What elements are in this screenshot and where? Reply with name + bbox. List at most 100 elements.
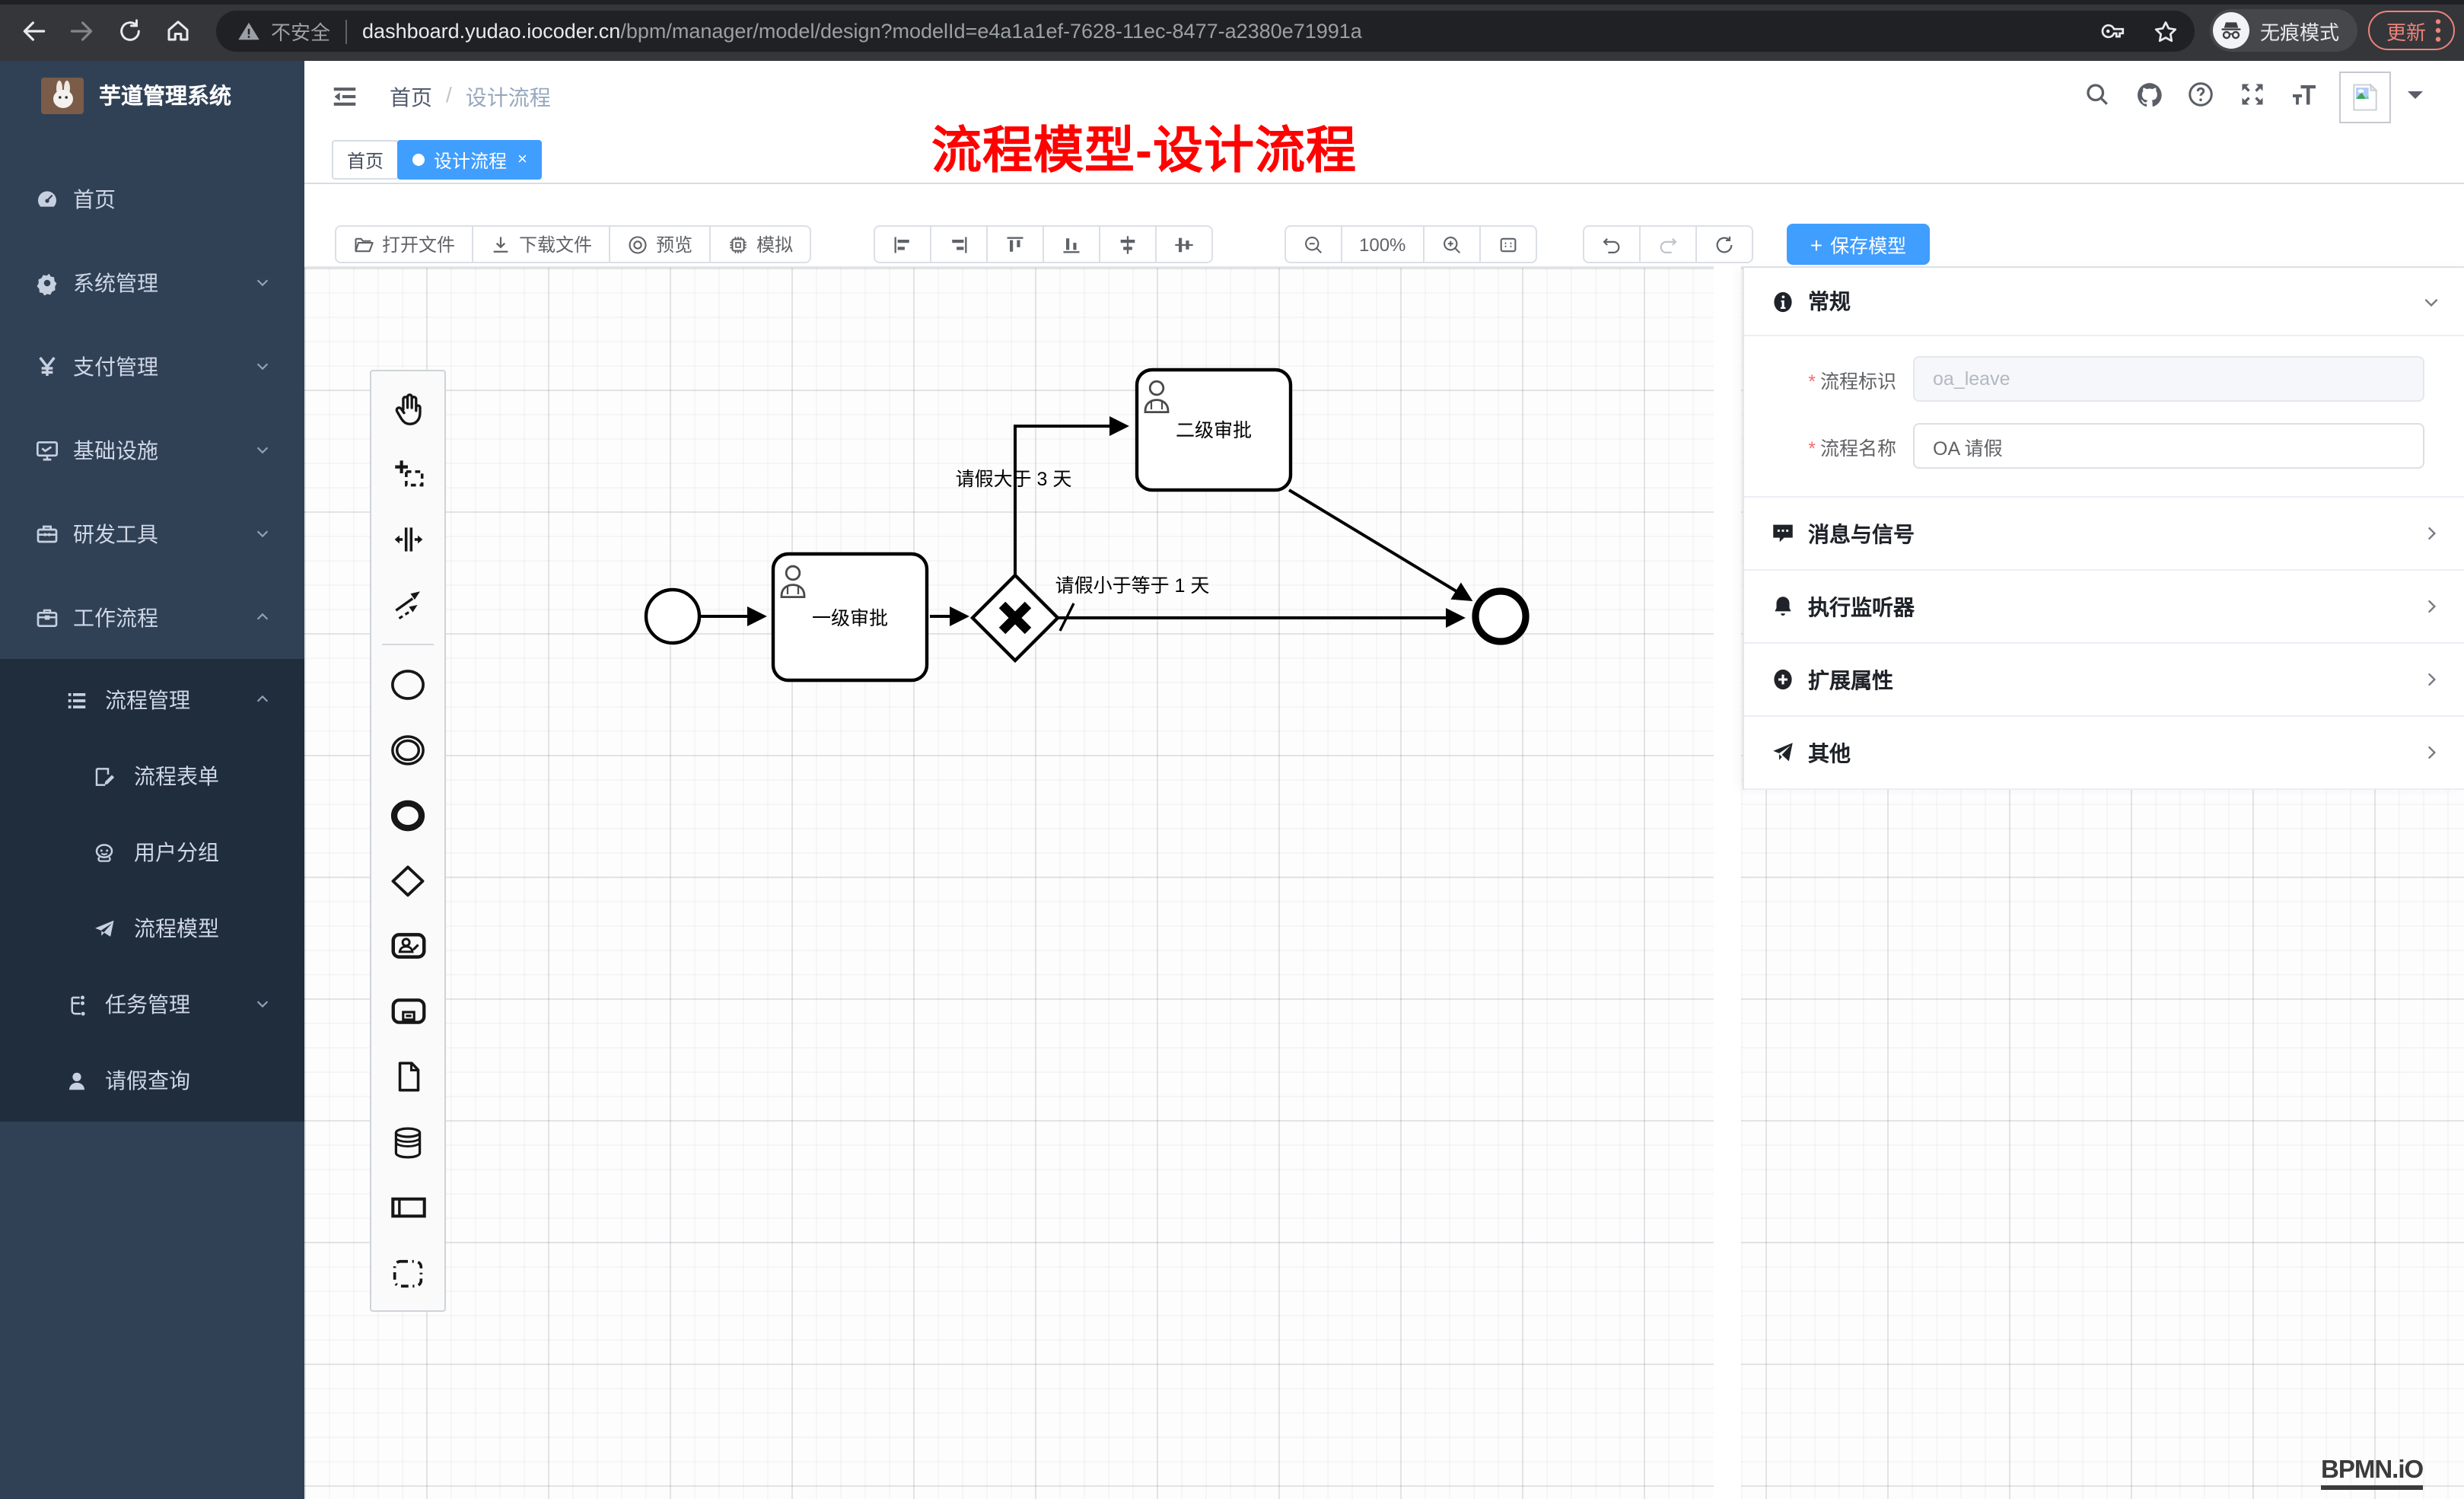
redo-icon	[1657, 234, 1679, 255]
font-size-icon[interactable]	[2289, 79, 2319, 110]
sidebar-item-workflow[interactable]: 工作流程	[0, 575, 304, 659]
search-icon[interactable]	[2082, 79, 2112, 110]
bpmn-io-logo[interactable]: BPMN.iO	[2321, 1456, 2423, 1490]
bookmark-star-icon[interactable]	[2152, 18, 2179, 45]
sidebar-item-payment[interactable]: 支付管理	[0, 324, 304, 408]
tab-home[interactable]: 首页	[332, 140, 399, 180]
end-event[interactable]	[1476, 591, 1526, 641]
flow-gateway-to-task2[interactable]	[1015, 426, 1126, 575]
download-file-button[interactable]: 下载文件	[473, 225, 610, 263]
browser-home-button[interactable]	[161, 14, 195, 47]
global-connect-tool[interactable]	[377, 572, 438, 638]
help-icon[interactable]	[2185, 79, 2216, 110]
chevron-down-icon	[254, 521, 271, 546]
fullscreen-icon[interactable]	[2237, 79, 2268, 110]
align-horizontal-center-button[interactable]	[1157, 225, 1213, 263]
preview-icon	[627, 234, 648, 255]
section-label: 消息与信号	[1808, 518, 1915, 549]
sidebar-item-process-mgmt[interactable]: 流程管理	[0, 662, 304, 738]
tags-view-bar: 首页 设计流程 ×	[304, 129, 2464, 184]
create-user-task[interactable]	[377, 913, 438, 979]
flow-task2-to-end[interactable]	[1289, 490, 1470, 600]
sidebar-item-task-mgmt[interactable]: 任务管理	[0, 966, 304, 1042]
align-top-button[interactable]	[988, 225, 1044, 263]
sidebar-item-process-form[interactable]: 流程表单	[0, 738, 304, 814]
align-bottom-button[interactable]	[1044, 225, 1100, 263]
browser-update-button[interactable]: 更新	[2368, 11, 2455, 50]
download-file-label: 下载文件	[519, 231, 592, 257]
align-right-button[interactable]	[931, 225, 988, 263]
sidebar-item-system[interactable]: 系统管理	[0, 240, 304, 324]
password-key-icon[interactable]	[2100, 18, 2126, 44]
process-name-input[interactable]	[1913, 423, 2424, 469]
preview-button[interactable]: 预览	[610, 225, 711, 263]
flow-label-gt3[interactable]: 请假大于 3 天	[956, 469, 1072, 490]
not-secure-label[interactable]: 不安全	[271, 17, 330, 46]
github-icon[interactable]	[2134, 79, 2164, 110]
section-label: 常规	[1808, 286, 1851, 317]
open-file-button[interactable]: 打开文件	[335, 225, 473, 263]
align-vertical-center-button[interactable]	[1100, 225, 1157, 263]
start-event[interactable]	[646, 590, 699, 643]
create-group[interactable]	[377, 1240, 438, 1306]
zoom-out-button[interactable]	[1285, 225, 1342, 263]
briefcase-icon	[35, 605, 59, 629]
sidebar-item-home[interactable]: 首页	[0, 157, 304, 240]
zoom-in-button[interactable]	[1424, 225, 1480, 263]
tab-design-process[interactable]: 设计流程 ×	[397, 140, 543, 180]
simulate-button[interactable]: 模拟	[711, 225, 811, 263]
undo-button[interactable]	[1583, 225, 1641, 263]
create-gateway[interactable]	[377, 848, 438, 913]
sidebar-item-devtools[interactable]: 研发工具	[0, 492, 304, 575]
flow-label-le1[interactable]: 请假小于等于 1 天	[1055, 575, 1210, 597]
create-intermediate-event[interactable]	[377, 717, 438, 782]
sidebar-item-leave-query[interactable]: 请假查询	[0, 1042, 304, 1119]
exclusive-gateway[interactable]	[973, 575, 1058, 660]
save-model-button[interactable]: + 保存模型	[1787, 224, 1930, 265]
hand-tool[interactable]	[377, 376, 438, 441]
avatar-dropdown-caret[interactable]	[2408, 91, 2423, 107]
section-extended-attributes[interactable]: 扩展属性	[1744, 644, 2464, 717]
broken-image-icon	[2348, 81, 2382, 114]
create-subprocess[interactable]	[377, 979, 438, 1044]
avatar[interactable]	[2339, 72, 2391, 123]
browser-forward-button[interactable]	[64, 14, 97, 47]
user-task-level2[interactable]: 二级审批	[1137, 370, 1291, 490]
browser-back-button[interactable]	[17, 14, 50, 47]
zoom-reset-button[interactable]	[1480, 225, 1536, 263]
chevron-up-icon	[254, 605, 271, 629]
section-label: 其他	[1808, 737, 1851, 768]
user-task-level1[interactable]: 一级审批	[773, 554, 927, 680]
sidebar-item-user-group[interactable]: 用户分组	[0, 814, 304, 890]
create-data-object[interactable]	[377, 1044, 438, 1109]
url-text[interactable]: dashboard.yudao.iocoder.cn/bpm/manager/m…	[362, 20, 1362, 43]
create-data-store[interactable]	[377, 1109, 438, 1175]
section-other[interactable]: 其他	[1744, 717, 2464, 790]
section-general[interactable]: 常规	[1744, 268, 2464, 336]
sidebar-item-label: 流程表单	[134, 761, 219, 791]
process-key-input[interactable]	[1913, 356, 2424, 402]
url-bar[interactable]: 不安全 dashboard.yudao.iocoder.cn/bpm/manag…	[216, 11, 2195, 52]
redo-button[interactable]	[1641, 225, 1697, 263]
red-annotation: 流程模型-设计流程	[931, 110, 1357, 183]
zoom-level[interactable]: 100%	[1342, 225, 1424, 263]
browser-reload-button[interactable]	[113, 14, 146, 47]
app-logo-row[interactable]: 芋道管理系统	[0, 61, 304, 129]
sidebar-fold-icon[interactable]	[329, 81, 359, 111]
align-left-button[interactable]	[874, 225, 931, 263]
sidebar-item-process-model[interactable]: 流程模型	[0, 890, 304, 966]
task1-label: 一级审批	[812, 608, 888, 629]
create-end-event[interactable]	[377, 782, 438, 848]
create-start-event[interactable]	[377, 651, 438, 717]
breadcrumb: 首页 / 设计流程	[390, 82, 551, 113]
breadcrumb-home[interactable]: 首页	[390, 82, 432, 113]
section-execution-listener[interactable]: 执行监听器	[1744, 571, 2464, 644]
close-icon[interactable]: ×	[517, 151, 527, 168]
restart-button[interactable]	[1697, 225, 1753, 263]
section-message-signal[interactable]: 消息与信号	[1744, 498, 2464, 571]
space-tool[interactable]	[377, 507, 438, 572]
sidebar-item-infrastructure[interactable]: 基础设施	[0, 408, 304, 492]
lasso-tool[interactable]	[377, 441, 438, 507]
chevron-down-icon	[254, 354, 271, 378]
create-participant-pool[interactable]	[377, 1175, 438, 1240]
